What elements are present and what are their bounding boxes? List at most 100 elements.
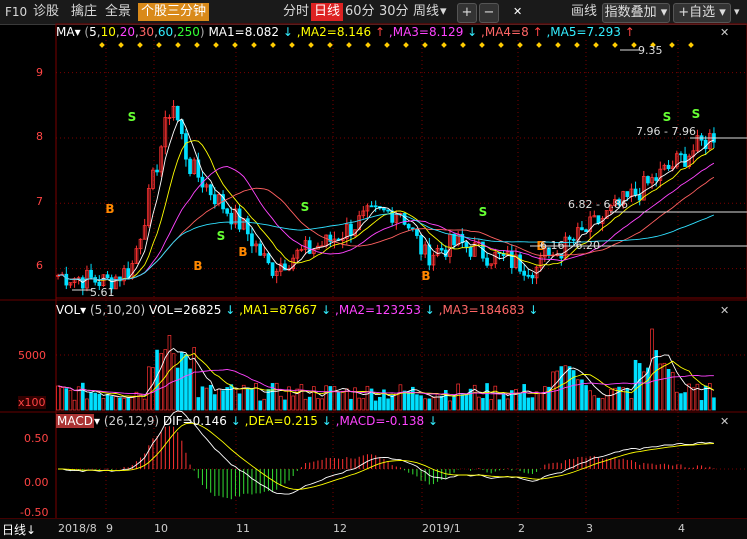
candle-body bbox=[666, 164, 671, 170]
volume-bar bbox=[679, 393, 683, 411]
signal-diamond bbox=[479, 42, 485, 48]
volume-bar bbox=[349, 398, 353, 411]
vol-indicator-label[interactable]: VOL bbox=[56, 303, 80, 317]
signal-diamond bbox=[175, 42, 181, 48]
signal-diamond bbox=[194, 42, 200, 48]
volume-bar bbox=[703, 385, 708, 411]
macd-indicator-label[interactable]: MACD bbox=[56, 414, 94, 428]
candle-body bbox=[419, 235, 423, 255]
sell-signal-marker: S bbox=[217, 229, 226, 243]
volume-bar bbox=[683, 392, 687, 411]
volume-bar bbox=[56, 385, 60, 411]
volume-bar bbox=[543, 386, 547, 411]
volume-bar bbox=[291, 395, 295, 411]
date-tick-2018-8: 2018/8 bbox=[58, 522, 97, 535]
candle-body bbox=[468, 246, 473, 257]
signal-diamond bbox=[536, 42, 542, 48]
candle-body bbox=[212, 194, 217, 205]
macd-value: ,MACD=-0.138 bbox=[335, 414, 425, 428]
range-annotation-1: 7.96 - 7.96 bbox=[636, 125, 696, 138]
volume-bar bbox=[584, 385, 588, 411]
volume-bar bbox=[431, 397, 436, 411]
volume-bar bbox=[378, 396, 382, 411]
volume-bar bbox=[699, 400, 704, 411]
candle-body bbox=[596, 215, 601, 224]
macd-arrow-icon: ↓ bbox=[428, 414, 439, 428]
volume-bar bbox=[155, 349, 159, 411]
candle-body bbox=[258, 243, 263, 256]
range-annotation-3: 6.16 - 6.20 bbox=[540, 239, 600, 252]
buy-signal-marker: B bbox=[193, 259, 202, 273]
volume-bar bbox=[175, 367, 180, 411]
candle-body bbox=[522, 270, 527, 276]
volume-bar bbox=[497, 399, 502, 411]
volume-bar bbox=[81, 382, 85, 411]
volume-bar bbox=[390, 395, 394, 411]
volume-bar bbox=[122, 397, 126, 411]
volume-bar bbox=[526, 397, 531, 411]
volume-bar bbox=[225, 387, 229, 411]
volume-bar bbox=[138, 394, 143, 411]
buy-signal-marker: B bbox=[238, 245, 247, 259]
candle-body bbox=[89, 269, 93, 278]
candle-body bbox=[382, 207, 386, 211]
candle-body bbox=[439, 248, 444, 251]
volume-bar bbox=[538, 393, 543, 411]
volume-bar bbox=[204, 387, 209, 411]
volume-bar bbox=[196, 397, 201, 411]
signal-diamond bbox=[308, 42, 314, 48]
volume-bar bbox=[489, 399, 493, 411]
period-selector[interactable]: 日线↓ bbox=[2, 521, 36, 538]
volume-bar bbox=[336, 392, 341, 411]
volume-bar bbox=[675, 391, 679, 411]
volume-bar bbox=[460, 394, 465, 411]
range-annotation-2: 6.82 - 6.86 bbox=[568, 198, 628, 211]
macd-dropdown-icon[interactable]: ▾ bbox=[94, 414, 100, 428]
vol-unit-label: x100 bbox=[18, 396, 46, 409]
volume-bar bbox=[324, 385, 328, 411]
volume-bar bbox=[406, 391, 411, 411]
vol-dropdown-icon[interactable]: ▾ bbox=[80, 303, 86, 317]
vol-panel-close-icon[interactable]: ✕ bbox=[720, 304, 729, 317]
volume-bar bbox=[423, 398, 427, 411]
candle-body bbox=[518, 254, 522, 272]
macd-panel-close-icon[interactable]: ✕ bbox=[720, 415, 729, 428]
macd-y-tick-050: 0.50 bbox=[24, 432, 49, 445]
volume-bar bbox=[493, 385, 498, 411]
high-annotation: 9.35 bbox=[638, 44, 663, 57]
volume-bar bbox=[670, 371, 675, 411]
volume-bar bbox=[522, 384, 526, 411]
dea-arrow-icon: ↓ bbox=[321, 414, 332, 428]
volume-bar bbox=[464, 393, 469, 411]
volume-bar bbox=[501, 393, 506, 411]
volume-bar bbox=[312, 386, 316, 411]
buy-signal-marker: B bbox=[105, 202, 114, 216]
signal-diamond bbox=[593, 42, 599, 48]
candle-body bbox=[485, 257, 489, 266]
volume-bar bbox=[89, 392, 93, 411]
volume-bar bbox=[456, 383, 460, 411]
volume-bar bbox=[505, 398, 510, 411]
volume-bar bbox=[332, 386, 337, 411]
vol-ma1-arrow-icon: ↓ bbox=[321, 303, 332, 317]
volume-bar bbox=[712, 397, 716, 411]
candle-body bbox=[250, 233, 254, 247]
signal-diamond bbox=[555, 42, 561, 48]
vol-ma3-value: ,MA3=184683 bbox=[438, 303, 525, 317]
signal-diamond bbox=[156, 42, 162, 48]
signal-diamond bbox=[384, 42, 390, 48]
vol-ma1-value: ,MA1=87667 bbox=[239, 303, 318, 317]
volume-bar bbox=[101, 397, 106, 411]
candle-body bbox=[406, 223, 411, 229]
candle-body bbox=[646, 176, 650, 184]
volume-bar bbox=[588, 390, 592, 411]
low-annotation: 5.61 bbox=[90, 286, 115, 299]
volume-bar bbox=[262, 398, 267, 411]
vol-value: VOL=26825 bbox=[149, 303, 222, 317]
kline-chart[interactable]: BBBBBSSS SS S bbox=[0, 0, 747, 538]
signal-diamond bbox=[118, 42, 124, 48]
macd-legend: MACD▾ (26,12,9) DIF=0.146 ↓ ,DEA=0.215 ↓… bbox=[56, 414, 438, 428]
volume-bar bbox=[328, 386, 333, 411]
volume-bar bbox=[534, 391, 539, 411]
volume-bar bbox=[398, 384, 403, 411]
